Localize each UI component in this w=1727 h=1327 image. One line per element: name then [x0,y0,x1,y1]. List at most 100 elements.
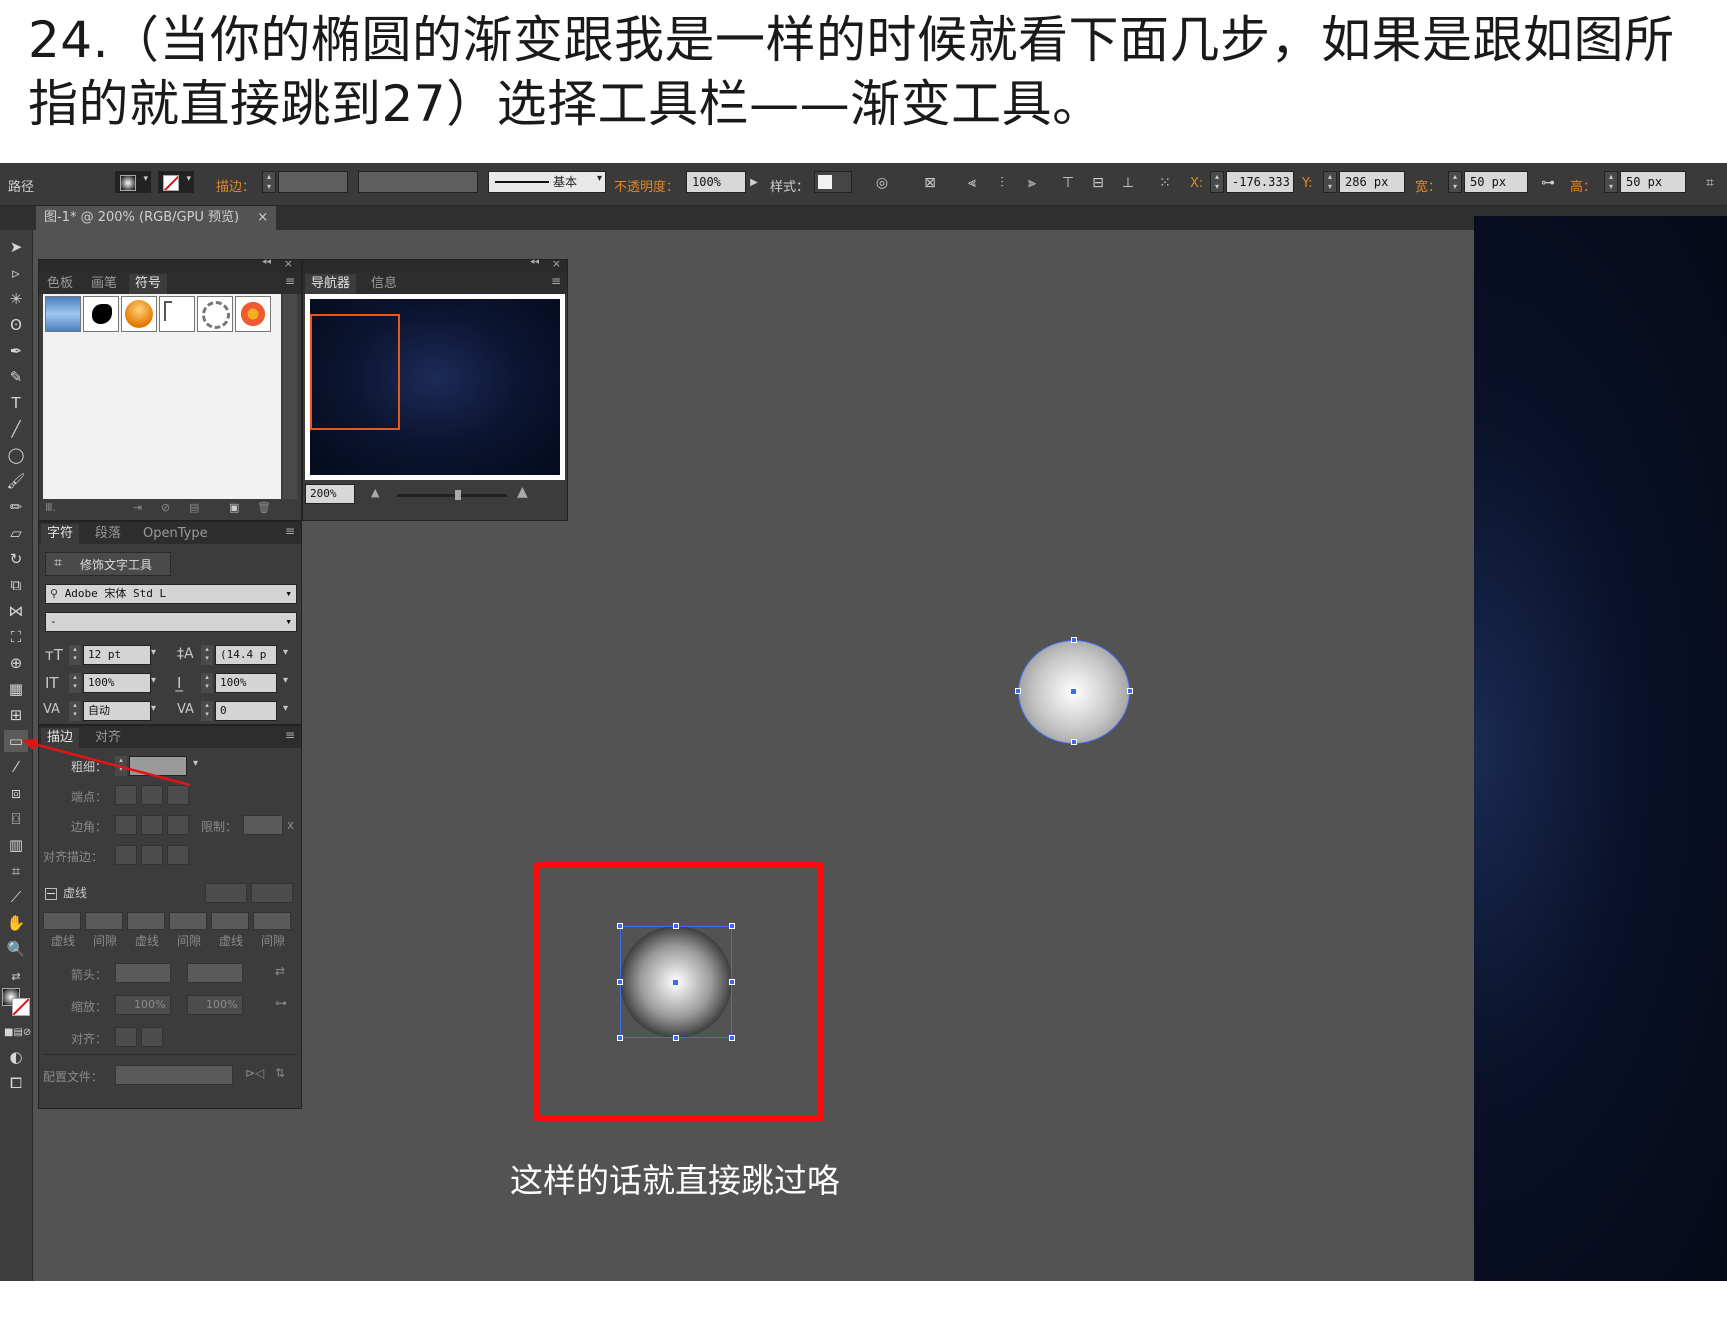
line-tool-icon[interactable]: ╱ [4,418,28,440]
close-icon[interactable]: × [284,257,293,270]
opacity-arrow-icon[interactable]: ▶ [744,173,764,193]
fill-color-button[interactable]: ▾ [115,171,151,193]
gap-3-field[interactable] [253,912,291,930]
zoom-out-icon[interactable]: ▲ [371,486,379,499]
align-top-icon[interactable]: ⊤ [1058,173,1078,193]
direct-selection-tool-icon[interactable]: ▹ [4,262,28,284]
anchor-handle[interactable] [1127,688,1133,694]
chevron-down-icon[interactable]: ▾ [283,647,288,658]
align-bottom-icon[interactable]: ⊥ [1118,173,1138,193]
symbols-scrollbar[interactable] [283,294,297,499]
symbol-options-icon[interactable]: ▤ [189,501,199,514]
chevron-down-icon[interactable]: ▾ [283,703,288,714]
shape-builder-tool-icon[interactable]: ⊕ [4,652,28,674]
align-to-icon[interactable]: ⊠ [920,173,940,193]
screen-mode-icon[interactable]: ⧠ [4,1072,28,1094]
panel-menu-icon[interactable]: ≡ [285,728,295,742]
stroke-weight-spinner[interactable]: ▴ ▾ [262,171,276,193]
font-size-field[interactable]: 12 pt [83,645,151,665]
scale-tool-icon[interactable]: ⧉ [4,574,28,596]
font-style-field[interactable]: - ▾ [45,612,297,632]
leading-spinner[interactable]: ▴ ▾ [201,645,213,665]
horizontal-scale-field[interactable]: 100% [215,673,277,693]
align-dash-button[interactable] [251,883,293,903]
artboard-tool-icon[interactable]: ⌗ [4,860,28,882]
symbol-libraries-icon[interactable]: Ⅲ. [45,501,56,514]
dash-1-field[interactable] [43,912,81,930]
place-symbol-icon[interactable]: ⇥ [133,501,142,514]
lasso-tool-icon[interactable]: ʘ [4,314,28,336]
opacity-field[interactable]: 100% [686,171,746,193]
magic-wand-tool-icon[interactable]: ✳ [4,288,28,310]
symbol-grunge-frame[interactable] [159,296,195,332]
limit-field[interactable] [243,815,283,835]
align-inside-stroke-button[interactable] [141,845,163,865]
navigator-zoom-field[interactable]: 200% [305,484,355,504]
zoom-slider[interactable] [397,490,507,500]
collapse-icon[interactable]: ◂◂ [530,257,539,267]
align-outside-stroke-button[interactable] [167,845,189,865]
panel-menu-icon[interactable]: ≡ [285,524,295,538]
symbol-blue-banner[interactable] [45,296,81,332]
y-field[interactable]: 286 px [1339,171,1405,193]
tab-character[interactable]: 字符 [41,524,80,544]
chevron-down-icon[interactable]: ▾ [151,703,156,714]
eraser-tool-icon[interactable]: ▱ [4,522,28,544]
tab-paragraph[interactable]: 段落 [89,524,127,544]
gap-2-field[interactable] [169,912,207,930]
gap-1-field[interactable] [85,912,123,930]
horizontal-scale-spinner[interactable]: ▴ ▾ [201,673,213,693]
symbol-sprayer-tool-icon[interactable]: ⌼ [4,808,28,830]
bounding-handle[interactable] [617,1035,623,1041]
slice-tool-icon[interactable]: ⟋ [4,886,28,908]
bounding-handle[interactable] [729,979,735,985]
end-arrowhead-select[interactable] [187,963,243,983]
start-scale-field[interactable]: 100% [115,995,171,1015]
tab-brushes[interactable]: 画笔 [85,274,123,294]
curvature-tool-icon[interactable]: ✎ [4,366,28,388]
width-field[interactable]: 50 px [1464,171,1528,193]
swap-fill-stroke-icon[interactable]: ⇄ [4,966,28,988]
opacity-label[interactable]: 不透明度： [614,176,679,195]
miter-join-button[interactable] [115,815,137,835]
transform-icon[interactable]: ⌗ [1700,173,1720,193]
zoom-in-icon[interactable]: ▲ [517,484,528,500]
font-size-spinner[interactable]: ▴ ▾ [69,645,81,665]
dashed-line-checkbox[interactable] [45,888,57,900]
bounding-handle[interactable] [617,923,623,929]
type-tool-icon[interactable]: T [4,392,28,414]
kerning-field[interactable]: 自动 [83,701,151,721]
stroke-swatch-icon[interactable] [12,998,30,1016]
bounding-handle[interactable] [673,1035,679,1041]
bounding-handle[interactable] [673,923,679,929]
pen-tool-icon[interactable]: ✒ [4,340,28,362]
tracking-spinner[interactable]: ▴ ▾ [201,701,213,721]
bounding-handle[interactable] [729,923,735,929]
flip-across-icon[interactable]: ⇅ [275,1066,285,1080]
panel-menu-icon[interactable]: ≡ [551,274,561,288]
draw-mode-icon[interactable]: ◐ [4,1046,28,1068]
font-family-field[interactable]: ⚲ Adobe 宋体 Std L ▾ [45,584,297,604]
profile-select[interactable] [115,1065,233,1085]
chevron-down-icon[interactable]: ▾ [283,675,288,686]
selection-tool-icon[interactable]: ➤ [4,236,28,258]
arrow-tip-beyond-button[interactable] [115,1027,137,1047]
touch-type-button[interactable]: ⌗ 修饰文字工具 [45,552,171,576]
x-spinner[interactable]: ▴ ▾ [1210,171,1224,193]
chevron-down-icon[interactable]: ▾ [151,675,156,686]
mesh-tool-icon[interactable]: ⊞ [4,704,28,726]
tab-symbols[interactable]: 符号 [129,274,168,294]
new-symbol-icon[interactable]: ▣ [229,501,239,514]
paintbrush-tool-icon[interactable]: 🖌 [4,470,28,492]
navigator-preview[interactable] [305,294,565,480]
dash-3-field[interactable] [211,912,249,930]
flip-along-icon[interactable]: ⊳◁ [245,1066,264,1080]
free-transform-tool-icon[interactable]: ⛶ [4,626,28,648]
tracking-field[interactable]: 0 [215,701,277,721]
brush-definition-dropdown[interactable]: 基本 ▾ [488,171,606,193]
width-tool-icon[interactable]: ⋈ [4,600,28,622]
stroke-color-button[interactable]: ▾ [158,171,194,193]
tab-info[interactable]: 信息 [365,274,403,294]
symbol-orange-orb[interactable] [121,296,157,332]
symbol-flower[interactable] [235,296,271,332]
